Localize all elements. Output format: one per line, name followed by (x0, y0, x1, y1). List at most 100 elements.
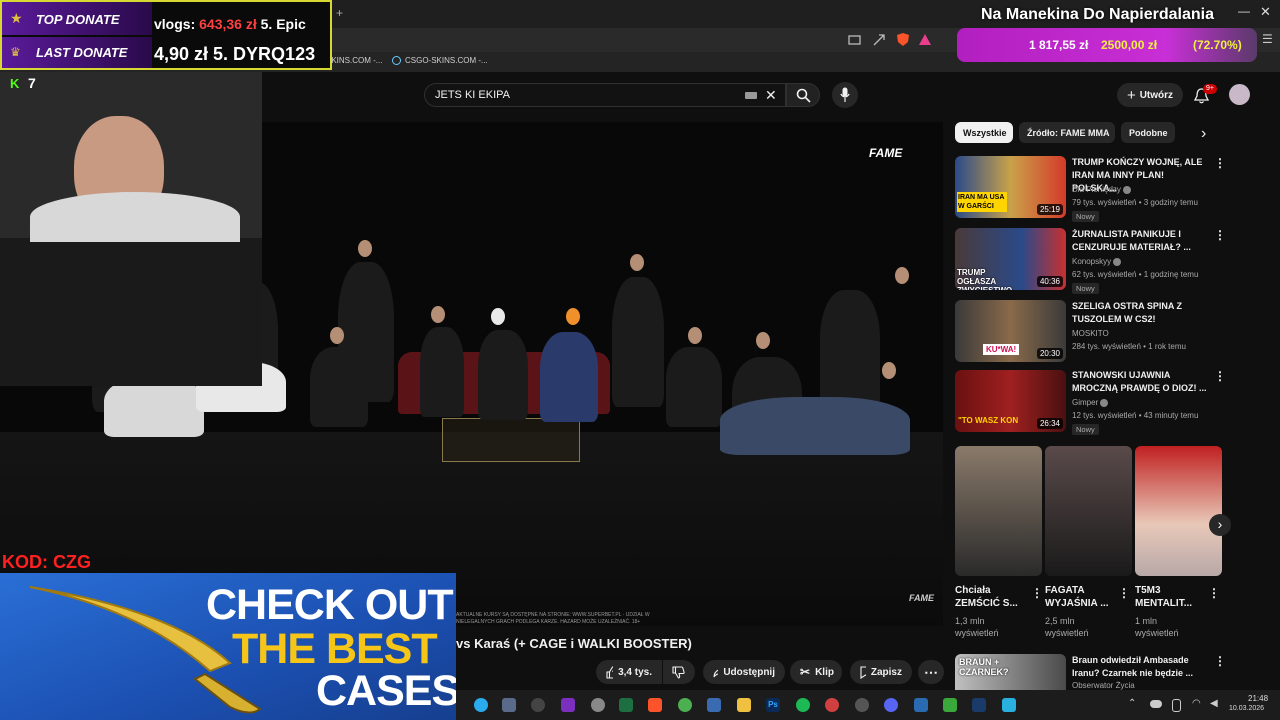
recommended-thumbnail[interactable]: IRAN MA USA W GARŚCI 25:19 (955, 156, 1066, 218)
voice-search-button[interactable] (832, 82, 858, 108)
clip-button[interactable]: ✂ Klip (790, 660, 842, 684)
fame-logo-small: FAME (909, 593, 935, 603)
app-icon[interactable] (561, 698, 575, 712)
more-options-icon[interactable]: ⋮ (1118, 586, 1130, 600)
recommended-title[interactable]: SZELIGA OSTRA SPINA Z TUSZOLEM W CS2! (1072, 300, 1210, 326)
search-input[interactable]: JETS KI EKIPA ✕ (424, 83, 786, 107)
recommended-thumbnail[interactable]: KU*WA! 20:30 (955, 300, 1066, 362)
recommended-title[interactable]: STANOWSKI UJAWNIA MROCZNĄ PRAWDĘ O DIOZ!… (1072, 369, 1210, 395)
steam-icon[interactable] (972, 698, 986, 712)
recommended-thumbnail[interactable]: TRUMP OGŁASZA ZWYCIĘSTWO 40:36 (955, 228, 1066, 290)
chevron-right-icon[interactable]: › (1201, 125, 1206, 143)
recommended-title[interactable]: ŻURNALISTA PANIKUJE I CENZURUJE MATERIAŁ… (1072, 228, 1210, 254)
brave-shield-icon[interactable] (896, 32, 910, 47)
webcam-overlay: K 7 (0, 72, 262, 386)
new-tab-icon[interactable]: + (336, 6, 343, 20)
short-thumbnail[interactable] (955, 446, 1042, 576)
more-options-icon[interactable]: ⋮ (1214, 228, 1226, 242)
streamer-shirt (30, 192, 240, 242)
glass-table (442, 418, 580, 462)
search-button[interactable] (786, 83, 820, 107)
app-icon[interactable] (914, 698, 928, 712)
app-icon[interactable] (825, 698, 839, 712)
minecraft-icon[interactable] (943, 698, 957, 712)
discord-icon[interactable] (884, 698, 898, 712)
more-options-icon[interactable]: ⋮ (1214, 156, 1226, 170)
chip-all[interactable]: Wszystkie (955, 122, 1013, 143)
bookmark-label: SKINS.COM -... (326, 56, 383, 65)
recommended-thumbnail[interactable]: "TO WASZ KON 26:34 (955, 370, 1066, 432)
bookmark-csgo-skins[interactable]: CSGO-SKINS.COM -... (392, 56, 488, 65)
microphone-tray-icon[interactable] (1172, 699, 1181, 712)
video-duration: 20:30 (1036, 348, 1063, 359)
recommended-channel[interactable]: Dla Pieniędzy (1072, 185, 1132, 194)
recommended-channel[interactable]: Gimper (1072, 398, 1109, 407)
close-window-icon[interactable]: ✕ (1260, 4, 1271, 20)
obs-icon[interactable] (591, 698, 605, 712)
verified-icon (1100, 398, 1109, 407)
search-input-value: JETS KI EKIPA (435, 89, 510, 101)
short-views-unit: wyświetleń (955, 628, 999, 638)
short-title[interactable]: FAGATA WYJAŚNIA ... (1045, 584, 1120, 610)
app-icon[interactable] (531, 698, 545, 712)
volume-icon[interactable]: ◀ (1210, 698, 1218, 709)
tray-chevron-icon[interactable]: ⌃ (1128, 698, 1136, 709)
app-icon[interactable] (1002, 698, 1016, 712)
menu-icon[interactable]: ☰ (1262, 32, 1273, 46)
clock-date[interactable]: 10.03.2026 (1229, 705, 1264, 712)
clear-search-icon[interactable]: ✕ (765, 87, 777, 104)
chrome-icon[interactable] (678, 698, 692, 712)
wifi-icon[interactable]: ◠ (1192, 698, 1201, 709)
bookmark-skins[interactable]: SKINS.COM -... (326, 56, 382, 65)
share-button[interactable]: Udostępnij (703, 660, 785, 684)
share-page-icon[interactable] (872, 33, 886, 47)
thumbnail-caption: TRUMP OGŁASZA ZWYCIĘSTWO (957, 268, 1012, 290)
telegram-icon[interactable] (474, 698, 488, 712)
excel-icon[interactable] (619, 698, 633, 712)
person-head (566, 308, 580, 325)
recommended-thumbnail[interactable]: BRAUN + CZARNEK? (955, 654, 1066, 690)
short-thumbnail[interactable] (1045, 446, 1132, 576)
recommended-title[interactable]: Braun odwiedził Ambasade Iranu? Czarnek … (1072, 654, 1210, 680)
channel-name: Konopskyy (1072, 257, 1112, 266)
clock-time[interactable]: 21:48 (1248, 694, 1268, 703)
minimize-icon[interactable]: — (1238, 4, 1250, 18)
more-actions-button[interactable]: ⋯ (918, 660, 944, 684)
recommended-channel[interactable]: Obserwator Życia (1072, 681, 1135, 690)
app-icon[interactable] (855, 698, 869, 712)
chip-related[interactable]: Podobne (1121, 122, 1175, 143)
chip-source[interactable]: Źródło: FAME MMA (1019, 122, 1115, 143)
spotify-icon[interactable] (796, 698, 810, 712)
recommended-channel[interactable]: Konopskyy (1072, 257, 1122, 266)
more-options-icon[interactable]: ⋮ (1214, 369, 1226, 383)
verified-icon (1113, 257, 1122, 266)
avatar[interactable] (1229, 84, 1250, 105)
short-title[interactable]: Chciała ZEMŚCIĆ S... (955, 584, 1030, 610)
shorts-next-button[interactable]: › (1209, 514, 1231, 536)
short-thumbnail[interactable] (1135, 446, 1222, 576)
person-head (630, 254, 644, 271)
rewards-icon[interactable] (918, 33, 932, 46)
create-button[interactable]: + Utwórz (1117, 83, 1183, 107)
person-head (330, 327, 344, 344)
recommended-channel[interactable]: MOSKITO (1072, 329, 1109, 338)
like-button[interactable]: 3,4 tys. (596, 660, 662, 684)
app-icon[interactable] (707, 698, 721, 712)
keyboard-icon[interactable] (745, 92, 757, 99)
save-button[interactable]: Zapisz (850, 660, 912, 684)
person-head (491, 308, 505, 325)
more-options-icon[interactable]: ⋮ (1208, 586, 1220, 600)
more-options-icon[interactable]: ⋮ (1214, 654, 1226, 668)
tab-icon[interactable] (848, 34, 862, 46)
more-options-icon[interactable]: ⋮ (1031, 586, 1043, 600)
search-icon (796, 88, 811, 103)
folder-icon[interactable] (737, 698, 751, 712)
dislike-button[interactable] (663, 660, 695, 684)
camera-icon[interactable] (502, 698, 516, 712)
short-title[interactable]: T5M3 MENTALIT... (1135, 584, 1210, 610)
onedrive-icon[interactable] (1150, 700, 1162, 708)
brave-browser-icon[interactable] (648, 698, 662, 712)
last-donate-ticker: 4,90 zł 5. DYRQ123 (154, 44, 316, 64)
notifications-button[interactable]: 9+ (1192, 84, 1217, 108)
photoshop-icon[interactable]: Ps (766, 698, 780, 712)
